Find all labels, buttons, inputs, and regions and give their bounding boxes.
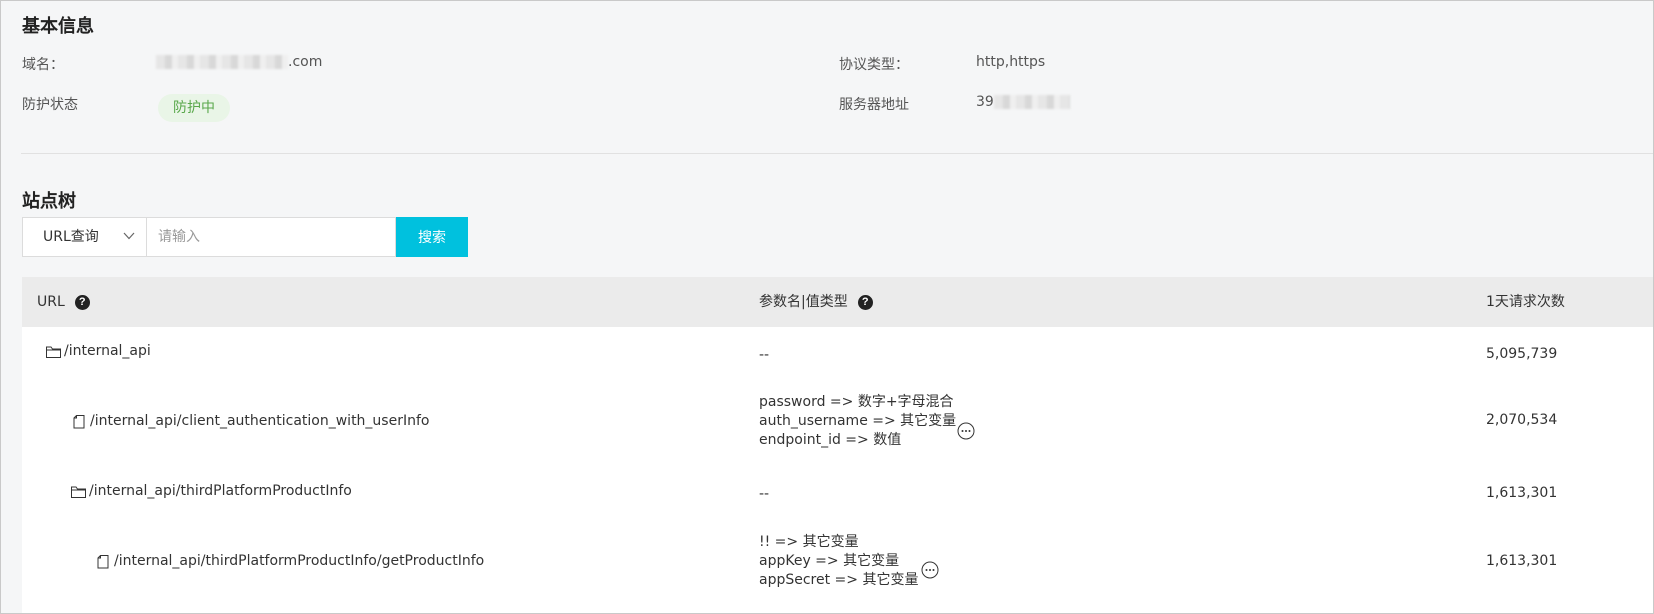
more-icon[interactable] — [921, 561, 939, 579]
param-line: -- — [759, 347, 770, 363]
url-text: /internal_api — [64, 343, 151, 359]
col-url-header: URL ? — [37, 277, 90, 327]
chevron-down-icon — [123, 232, 135, 240]
url-cell[interactable]: /internal_api/client_authentication_with… — [71, 413, 429, 429]
col-count-label: 1天请求次数 — [1486, 294, 1565, 310]
count-cell: 1,613,301 — [1486, 485, 1558, 501]
domain-redacted — [156, 55, 288, 69]
param-line: appKey => 其它变量 — [759, 553, 900, 569]
protocol-label: 协议类型： — [839, 57, 909, 73]
count-cell: 5,095,739 — [1486, 346, 1558, 362]
site-tree-title: 站点树 — [22, 191, 76, 212]
divider — [21, 153, 1653, 154]
url-text: /internal_api/thirdPlatformProductInfo — [89, 483, 352, 499]
help-icon[interactable]: ? — [857, 294, 873, 310]
param-line: !! => 其它变量 — [759, 534, 859, 550]
param-line: appSecret => 其它变量 — [759, 572, 919, 588]
col-url-label: URL — [37, 294, 65, 310]
param-line: auth_username => 其它变量 — [759, 413, 957, 429]
param-line: password => 数字+字母混合 — [759, 394, 954, 410]
url-text: /internal_api/client_authentication_with… — [90, 413, 430, 429]
param-line: -- — [759, 486, 770, 502]
params-cell: password => 数字+字母混合 auth_username => 其它变… — [759, 393, 956, 450]
help-icon[interactable]: ? — [74, 294, 90, 310]
server-redacted — [993, 95, 1070, 109]
domain-suffix: .com — [288, 54, 323, 70]
url-cell[interactable]: /internal_api — [45, 343, 151, 359]
status-badge: 防护中 — [158, 94, 230, 122]
folder-icon — [71, 486, 86, 498]
server-label: 服务器地址 — [839, 97, 909, 113]
table-body: /internal_api -- 5,095,739 /internal_api… — [22, 327, 1653, 613]
domain-value: .com — [156, 54, 322, 70]
more-icon[interactable] — [957, 422, 975, 440]
table-row[interactable]: /internal_api/client_authentication_with… — [22, 385, 1653, 455]
folder-icon — [46, 346, 61, 358]
table-row[interactable]: /internal_api -- 5,095,739 — [22, 327, 1653, 385]
count-cell: 1,613,301 — [1486, 553, 1558, 569]
site-tree-table: URL ? 参数名|值类型 ? 1天请求次数 /internal_api -- … — [22, 277, 1653, 613]
server-value: 39 — [976, 94, 1070, 110]
table-row[interactable]: /internal_api/thirdPlatformProductInfo/g… — [22, 513, 1653, 613]
params-cell: !! => 其它变量 appKey => 其它变量 appSecret => 其… — [759, 533, 918, 590]
params-cell: -- — [759, 346, 769, 365]
search-input[interactable] — [146, 217, 396, 257]
url-cell[interactable]: /internal_api/thirdPlatformProductInfo/g… — [95, 553, 484, 569]
protocol-value: http,https — [976, 54, 1046, 70]
param-line: endpoint_id => 数值 — [759, 432, 902, 448]
col-params-label: 参数名|值类型 — [759, 294, 848, 310]
basic-info-title: 基本信息 — [22, 16, 94, 37]
table-row[interactable]: /internal_api/thirdPlatformProductInfo -… — [22, 455, 1653, 513]
domain-label: 域名： — [22, 57, 64, 73]
col-params-header: 参数名|值类型 ? — [759, 277, 873, 327]
count-cell: 2,070,534 — [1486, 412, 1558, 428]
table-header: URL ? 参数名|值类型 ? 1天请求次数 — [22, 277, 1653, 327]
url-cell[interactable]: /internal_api/thirdPlatformProductInfo — [70, 483, 352, 499]
col-count-header: 1天请求次数 — [1486, 277, 1565, 327]
query-type-select[interactable]: URL查询 — [22, 217, 146, 257]
file-icon — [73, 414, 85, 428]
status-label: 防护状态 — [22, 97, 78, 113]
search-bar: URL查询 搜索 — [22, 217, 468, 257]
search-button[interactable]: 搜索 — [396, 217, 468, 257]
file-icon — [97, 554, 109, 568]
server-prefix: 39 — [976, 94, 994, 110]
params-cell: -- — [759, 485, 769, 504]
query-type-value: URL查询 — [43, 229, 99, 245]
url-text: /internal_api/thirdPlatformProductInfo/g… — [114, 553, 485, 569]
page-frame: 基本信息 域名： .com 协议类型： http,https 防护状态 防护中 … — [0, 0, 1654, 614]
